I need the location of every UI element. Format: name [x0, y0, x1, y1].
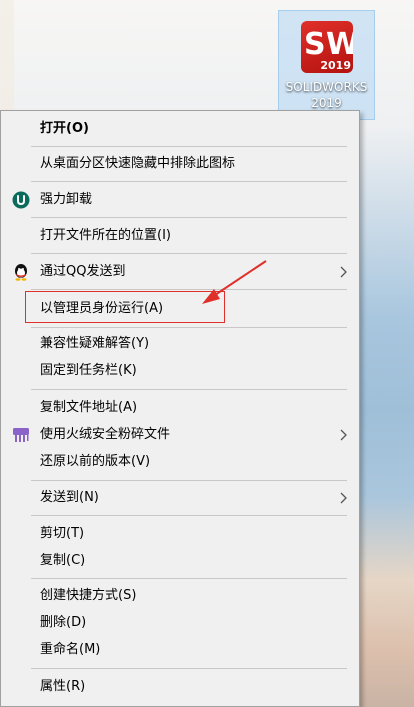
menu-item-label: 通过QQ发送到 [40, 264, 126, 279]
menu-item-label: 重命名(M) [40, 642, 101, 657]
menu-separator [31, 181, 347, 182]
logo-letter-s: S [304, 27, 326, 62]
menu-item-label: 复制(C) [40, 553, 86, 568]
menu-item-open[interactable]: 打开(O) [2, 116, 358, 142]
menu-separator [31, 578, 347, 579]
menu-item-label: 固定到任务栏(K) [40, 363, 137, 378]
chevron-right-icon [340, 492, 347, 504]
menu-item-force-uninstall[interactable]: 强力卸载 [2, 187, 358, 213]
menu-item-restore-previous-versions[interactable]: 还原以前的版本(V) [2, 449, 358, 475]
menu-item-huorong-shred[interactable]: 使用火绒安全粉碎文件 [2, 422, 358, 448]
menu-separator [31, 253, 347, 254]
menu-item-copy[interactable]: 复制(C) [2, 548, 358, 574]
uninstall-icon [12, 191, 30, 209]
desktop-icon-label: SOLIDWORKS 2019 [285, 80, 368, 110]
solidworks-logo-icon: S W 2019 [301, 21, 353, 73]
menu-item-label: 从桌面分区快速隐藏中排除此图标 [40, 156, 236, 171]
menu-item-copy-file-path[interactable]: 复制文件地址(A) [2, 395, 358, 421]
menu-item-label: 打开文件所在的位置(I) [40, 228, 171, 243]
menu-item-label: 剪切(T) [40, 526, 85, 541]
menu-item-label: 发送到(N) [40, 490, 99, 505]
menu-item-properties[interactable]: 属性(R) [2, 674, 358, 700]
menu-item-label: 复制文件地址(A) [40, 400, 138, 415]
qq-penguin-icon [15, 264, 27, 281]
menu-item-cut[interactable]: 剪切(T) [2, 521, 358, 547]
menu-separator [31, 289, 347, 290]
desktop-icon-solidworks[interactable]: S W 2019 SOLIDWORKS 2019 [278, 10, 375, 120]
menu-separator [31, 515, 347, 516]
menu-item-compat-troubleshoot[interactable]: 兼容性疑难解答(Y) [2, 331, 358, 357]
chevron-right-icon [340, 429, 347, 441]
menu-separator [31, 146, 347, 147]
logo-year: 2019 [320, 59, 351, 72]
menu-item-pin-to-taskbar[interactable]: 固定到任务栏(K) [2, 358, 358, 384]
menu-item-label: 强力卸载 [40, 192, 93, 207]
menu-item-open-file-location[interactable]: 打开文件所在的位置(I) [2, 223, 358, 249]
menu-separator [31, 480, 347, 481]
chevron-right-icon [340, 266, 347, 278]
menu-item-label: 兼容性疑难解答(Y) [40, 336, 150, 351]
menu-item-label: 使用火绒安全粉碎文件 [40, 427, 171, 442]
menu-item-label: 删除(D) [40, 615, 87, 630]
menu-item-label: 属性(R) [40, 679, 86, 694]
context-menu: 打开(O) 从桌面分区快速隐藏中排除此图标 强力卸载 打开文件所在的位置(I) … [0, 110, 360, 707]
menu-item-rename[interactable]: 重命名(M) [2, 637, 358, 663]
menu-separator [31, 327, 347, 328]
menu-item-label: 打开(O) [40, 121, 89, 136]
shredder-icon [13, 428, 29, 442]
menu-item-send-to[interactable]: 发送到(N) [2, 485, 358, 511]
menu-item-send-via-qq[interactable]: 通过QQ发送到 [2, 259, 358, 285]
menu-item-exclude-from-fences[interactable]: 从桌面分区快速隐藏中排除此图标 [2, 151, 358, 177]
logo-letter-w: W [326, 27, 353, 62]
annotation-highlight-box [25, 291, 225, 323]
menu-separator [31, 389, 347, 390]
menu-separator [31, 217, 347, 218]
menu-item-label: 还原以前的版本(V) [40, 454, 151, 469]
menu-separator [31, 668, 347, 669]
menu-item-label: 创建快捷方式(S) [40, 588, 137, 603]
menu-item-create-shortcut[interactable]: 创建快捷方式(S) [2, 583, 358, 609]
menu-item-delete[interactable]: 删除(D) [2, 610, 358, 636]
